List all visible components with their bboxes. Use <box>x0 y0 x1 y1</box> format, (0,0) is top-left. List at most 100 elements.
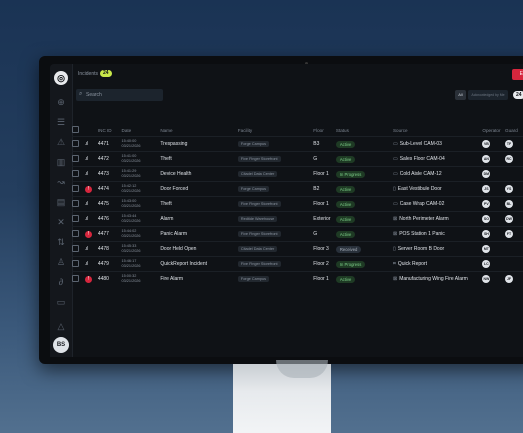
operator-avatar[interactable]: AN <box>482 155 491 163</box>
incidents-table: INC ID Date Name Facility Floor Status S… <box>72 124 523 286</box>
header-inc-id[interactable]: INC ID <box>98 124 122 137</box>
row-checkbox[interactable] <box>72 139 79 147</box>
alert-icon[interactable]: ⚠ <box>55 136 67 148</box>
select-all-header[interactable] <box>72 124 85 137</box>
row-checkbox[interactable] <box>72 154 79 162</box>
incident-name: QuickReport Incident <box>160 256 238 272</box>
header-source[interactable]: Source <box>393 124 482 137</box>
link-icon[interactable]: ∂ <box>55 276 67 288</box>
row-checkbox[interactable] <box>72 229 79 237</box>
header-status[interactable]: Status <box>336 124 393 137</box>
source-label: Quick Report <box>397 261 427 267</box>
status-badge[interactable]: Active <box>335 275 356 283</box>
list-icon[interactable]: ☰ <box>55 116 67 128</box>
facility-tag: Five Finger Storefront <box>237 156 281 162</box>
lock-icon[interactable]: △ <box>55 320 67 332</box>
operator-avatar[interactable]: PV <box>482 200 491 208</box>
operator-avatar[interactable]: MT <box>482 245 491 253</box>
operator-avatar[interactable]: LC <box>482 260 491 268</box>
search-input[interactable]: ⌕ Search <box>76 89 163 101</box>
guard-avatar[interactable]: BL <box>505 200 513 208</box>
table-row[interactable]: ! 4477 15:44:02 03/21/2026 Panic Alarm Fi… <box>72 226 523 242</box>
door-icon: ▯ <box>392 186 396 192</box>
incident-name: Device Health <box>160 166 238 182</box>
header-floor[interactable]: Floor <box>313 124 336 137</box>
header-operator[interactable]: Operator <box>482 124 505 137</box>
calendar-icon[interactable]: ▤ <box>55 196 67 208</box>
facility-tag: Forge Campus <box>237 186 269 192</box>
operator-avatar[interactable]: JS <box>482 185 491 193</box>
status-badge[interactable]: Received <box>335 245 362 253</box>
guard-avatar[interactable]: YS <box>505 185 513 193</box>
header-name[interactable]: Name <box>160 124 238 137</box>
incident-name: Panic Alarm <box>160 226 238 242</box>
table-row[interactable]: .ıl 4478 15:45:33 03/21/2026 Door Held Op… <box>72 241 523 257</box>
table-row[interactable]: .ıl 4472 15:41:00 03/21/2026 Theft Five F… <box>72 151 523 167</box>
operator-avatar[interactable]: NW <box>482 275 491 283</box>
operator-avatar[interactable]: SO <box>482 215 491 223</box>
incident-name: Trespassing <box>160 136 238 152</box>
globe-icon[interactable]: ⊕ <box>55 96 67 108</box>
table-row[interactable]: .ıl 4475 15:43:00 03/21/2026 Theft Five F… <box>72 196 523 212</box>
guard-avatar[interactable]: JF <box>505 275 513 283</box>
row-checkbox[interactable] <box>72 259 79 267</box>
row-checkbox[interactable] <box>72 199 79 207</box>
incident-date: 03/21/2026 <box>121 264 141 268</box>
table-row[interactable]: .ıl 4479 15:46:17 03/21/2026 QuickReport … <box>72 256 523 272</box>
facility-tag: Forge Campus <box>237 276 269 282</box>
row-checkbox[interactable] <box>72 184 79 192</box>
guard-avatar[interactable]: FT <box>505 230 513 238</box>
status-badge[interactable]: Active <box>335 140 356 148</box>
select-all-checkbox[interactable] <box>72 126 79 133</box>
status-badge[interactable]: In Progress <box>335 260 366 268</box>
inc-id: 4475 <box>97 196 122 212</box>
operator-avatar[interactable]: VB <box>482 140 491 148</box>
video-icon[interactable]: ▭ <box>55 296 67 308</box>
status-badge[interactable]: Active <box>335 215 356 223</box>
operator-avatar[interactable]: SH <box>482 230 491 238</box>
transfer-icon[interactable]: ⇅ <box>55 236 67 248</box>
floor: Exterior <box>313 211 336 227</box>
incident-date: 03/21/2026 <box>121 174 141 178</box>
filter-acknowledged-button[interactable]: Acknowledged by Me <box>468 90 508 100</box>
table-row[interactable]: .ıl 4473 15:41:29 03/21/2026 Device Healt… <box>72 166 523 182</box>
header-facility[interactable]: Facility <box>238 124 313 137</box>
status-badge[interactable]: In Progress <box>335 170 366 178</box>
table-row[interactable]: ! 4474 15:42:12 03/21/2026 Door Forced Fo… <box>72 181 523 197</box>
critical-priority-icon: ! <box>84 275 92 283</box>
building-icon[interactable]: ▥ <box>55 156 67 168</box>
user-avatar[interactable]: BS <box>53 337 69 353</box>
source-label: Server Room B Door <box>397 246 445 252</box>
inc-id: 4480 <box>97 271 122 286</box>
users-icon[interactable]: ♙ <box>55 256 67 268</box>
filter-all-button[interactable]: All <box>455 90 466 100</box>
status-badge[interactable]: Active <box>335 230 356 238</box>
guard-avatar[interactable]: DW <box>505 215 513 223</box>
guard-avatar[interactable]: TF <box>505 140 513 148</box>
signal-bars-icon: .ıl <box>84 201 88 207</box>
header-date[interactable]: Date <box>122 124 161 137</box>
table-row[interactable]: .ıl 4471 15:40:00 03/21/2026 Trespassing … <box>72 136 523 152</box>
status-badge[interactable]: Active <box>335 185 356 193</box>
table-row[interactable]: .ıl 4476 15:43:44 03/21/2026 Alarm Redtid… <box>72 211 523 227</box>
tools-icon[interactable]: ✕ <box>55 216 67 228</box>
app-logo-icon[interactable]: ◎ <box>54 71 68 85</box>
guard-avatar[interactable]: RC <box>505 155 513 163</box>
table-row[interactable]: ! 4480 15:00:32 03/21/2026 Fire Alarm For… <box>72 271 523 286</box>
row-checkbox[interactable] <box>72 244 79 252</box>
route-icon[interactable]: ↝ <box>55 176 67 188</box>
facility-tag: Five Finger Storefront <box>237 261 281 267</box>
emergency-button[interactable]: Emergency ⌘ <box>512 69 523 80</box>
header-guard[interactable]: Guard <box>505 124 523 137</box>
row-checkbox[interactable] <box>72 169 79 177</box>
row-checkbox[interactable] <box>72 274 79 282</box>
inc-id: 4476 <box>97 211 122 227</box>
row-checkbox[interactable] <box>72 214 79 222</box>
incident-date: 03/21/2026 <box>121 144 141 148</box>
status-badge[interactable]: Active <box>335 200 356 208</box>
table-header: INC ID Date Name Facility Floor Status S… <box>72 124 523 137</box>
floor: G <box>313 151 336 167</box>
status-badge[interactable]: Active <box>335 155 356 163</box>
operator-avatar[interactable]: DM <box>482 170 491 178</box>
door-icon: ▯ <box>392 246 396 252</box>
